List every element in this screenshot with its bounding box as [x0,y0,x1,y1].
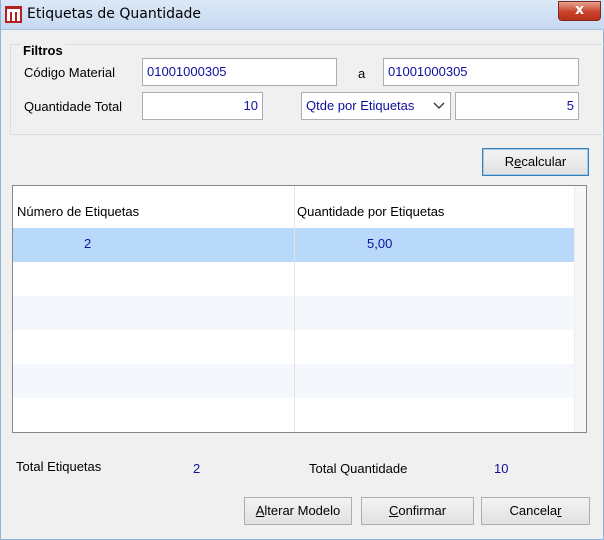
codigo-material-label: Código Material [24,65,116,80]
filters-group-label: Filtros [21,43,65,58]
cancelar-button[interactable]: Cancelar [481,497,590,525]
recalcular-button[interactable]: Recalcular [482,148,589,176]
codigo-from-input[interactable]: 01001000305 [142,58,337,86]
quantidade-total-input[interactable]: 10 [142,92,263,120]
confirmar-label-2: onfirmar [398,503,447,518]
total-quantidade-label: Total Quantidade [309,461,408,476]
alterar-modelo-button[interactable]: Alterar Modelo [244,497,352,525]
results-grid[interactable]: Número de Etiquetas Quantidade por Etiqu… [12,185,587,433]
confirmar-button[interactable]: Confirmar [361,497,474,525]
total-etiquetas-label: Total Etiquetas [16,459,102,474]
dialog-window: Etiquetas de Quantidade x Filtros Código… [0,0,604,540]
total-quantidade-value: 10 [494,461,509,476]
column-divider [294,186,295,432]
grid-scroll-area[interactable] [574,186,586,432]
title-bar[interactable]: Etiquetas de Quantidade x [1,0,604,30]
mode-select[interactable]: Qtde por Etiquetas [301,92,451,120]
codigo-to-input[interactable]: 01001000305 [383,58,579,86]
alterar-label-2: lterar Modelo [264,503,341,518]
recalcular-label-3: calcular [521,154,567,169]
cell-numero: 2 [84,236,92,251]
chevron-down-icon [433,102,445,109]
cancelar-label-2: r [557,503,562,518]
recalcular-label-1: R [504,154,515,169]
quantidade-total-label: Quantidade Total [24,99,123,114]
window-title: Etiquetas de Quantidade [27,6,202,22]
close-button[interactable]: x [558,1,601,21]
range-separator: a [358,66,366,81]
mode-select-value: Qtde por Etiquetas [306,98,415,113]
column-header-quantidade[interactable]: Quantidade por Etiquetas [297,204,444,219]
cancelar-label-1: Cancela [509,503,558,518]
cell-quantidade: 5,00 [367,236,393,251]
column-header-numero[interactable]: Número de Etiquetas [17,204,139,219]
confirmar-label-1: C [388,503,399,518]
mode-value-input[interactable]: 5 [455,92,579,120]
total-etiquetas-value: 2 [193,461,201,476]
app-logo-icon [5,6,22,23]
close-icon: x [574,2,585,18]
